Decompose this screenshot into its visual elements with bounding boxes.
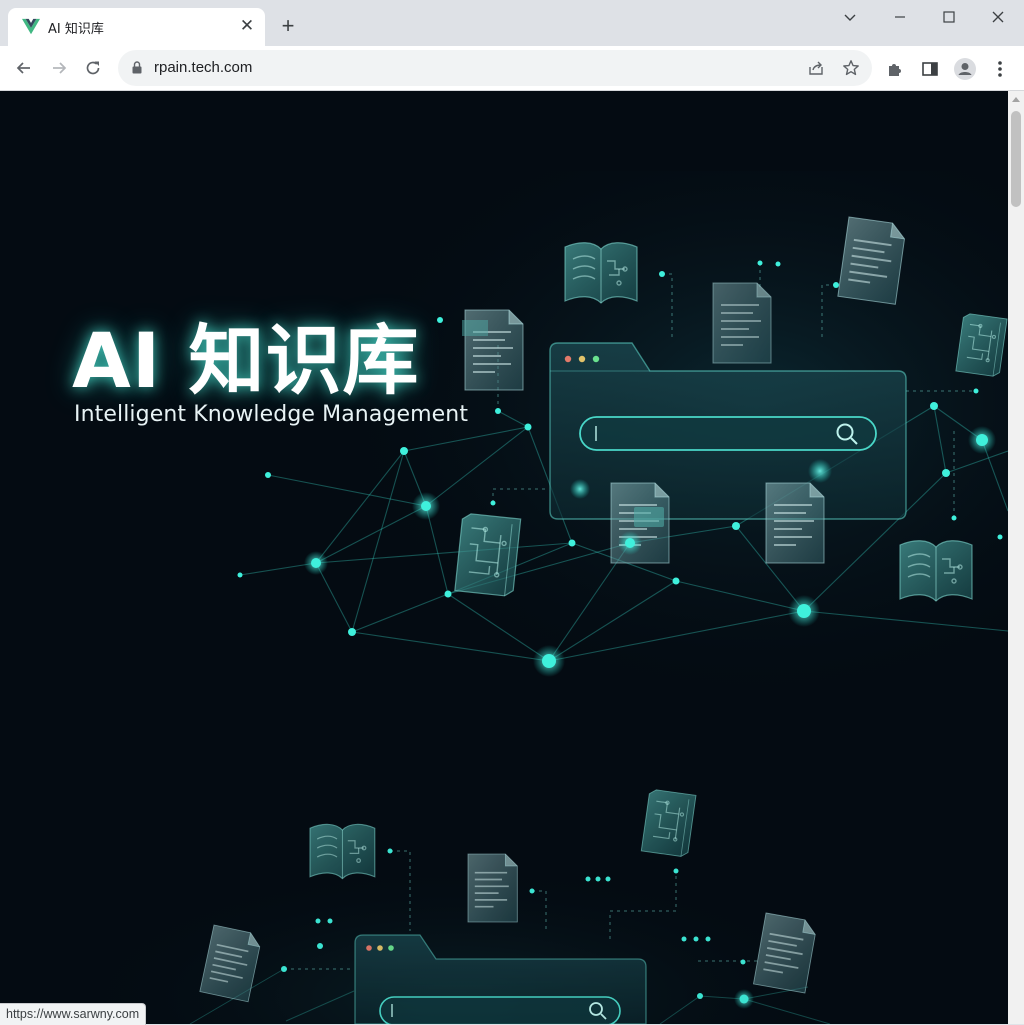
hero-illustration	[0, 91, 1008, 1024]
share-button[interactable]	[806, 58, 826, 78]
tab-close-icon[interactable]: ✕	[237, 16, 257, 36]
forward-button[interactable]	[45, 54, 73, 82]
share-icon	[809, 61, 823, 75]
maximize-icon	[943, 11, 955, 23]
page-scrollbar[interactable]	[1008, 91, 1024, 1024]
minimize-button[interactable]	[880, 6, 920, 28]
vue-logo-icon	[22, 18, 40, 35]
lock-icon	[132, 61, 142, 74]
scroll-up-arrow-icon[interactable]	[1012, 97, 1020, 102]
hero-subtitle: Intelligent Knowledge Management	[74, 402, 469, 427]
bookmark-button[interactable]	[841, 58, 861, 78]
minimize-icon	[895, 16, 905, 18]
avatar-icon	[954, 58, 976, 80]
menu-button[interactable]	[989, 58, 1011, 80]
tab-title: AI 知识库	[48, 22, 104, 37]
profile-button[interactable]	[954, 58, 976, 80]
url-text: rpain.tech.com	[154, 59, 253, 76]
hero-title: AI 知识库	[72, 316, 420, 405]
puzzle-icon	[889, 64, 901, 76]
close-window-button[interactable]	[978, 6, 1018, 28]
maximize-button[interactable]	[929, 6, 969, 28]
address-bar[interactable]: rpain.tech.com	[118, 50, 872, 86]
arrow-right-icon	[53, 62, 67, 74]
browser-tab[interactable]: AI 知识库 ✕	[8, 8, 265, 46]
new-tab-button[interactable]: +	[276, 13, 300, 38]
close-icon	[992, 11, 1004, 23]
arrow-left-icon	[16, 62, 30, 74]
page-viewport: AI 知识库 Intelligent Knowledge Management	[0, 91, 1008, 1024]
star-icon	[843, 60, 859, 76]
reload-icon	[86, 61, 100, 75]
chevron-down-icon	[844, 14, 856, 21]
kebab-menu-icon	[998, 61, 1002, 77]
browser-toolbar: rpain.tech.com	[0, 46, 1024, 91]
extensions-button[interactable]	[884, 58, 906, 80]
status-url-bubble: https://www.sarwny.com	[0, 1003, 147, 1025]
tab-strip: AI 知识库 ✕ +	[0, 0, 1024, 46]
reload-button[interactable]	[79, 54, 107, 82]
tab-search-button[interactable]	[830, 6, 870, 28]
back-button[interactable]	[10, 54, 38, 82]
side-panel-icon	[922, 62, 938, 76]
scrollbar-thumb[interactable]	[1011, 111, 1021, 207]
side-panel-button[interactable]	[919, 58, 941, 80]
